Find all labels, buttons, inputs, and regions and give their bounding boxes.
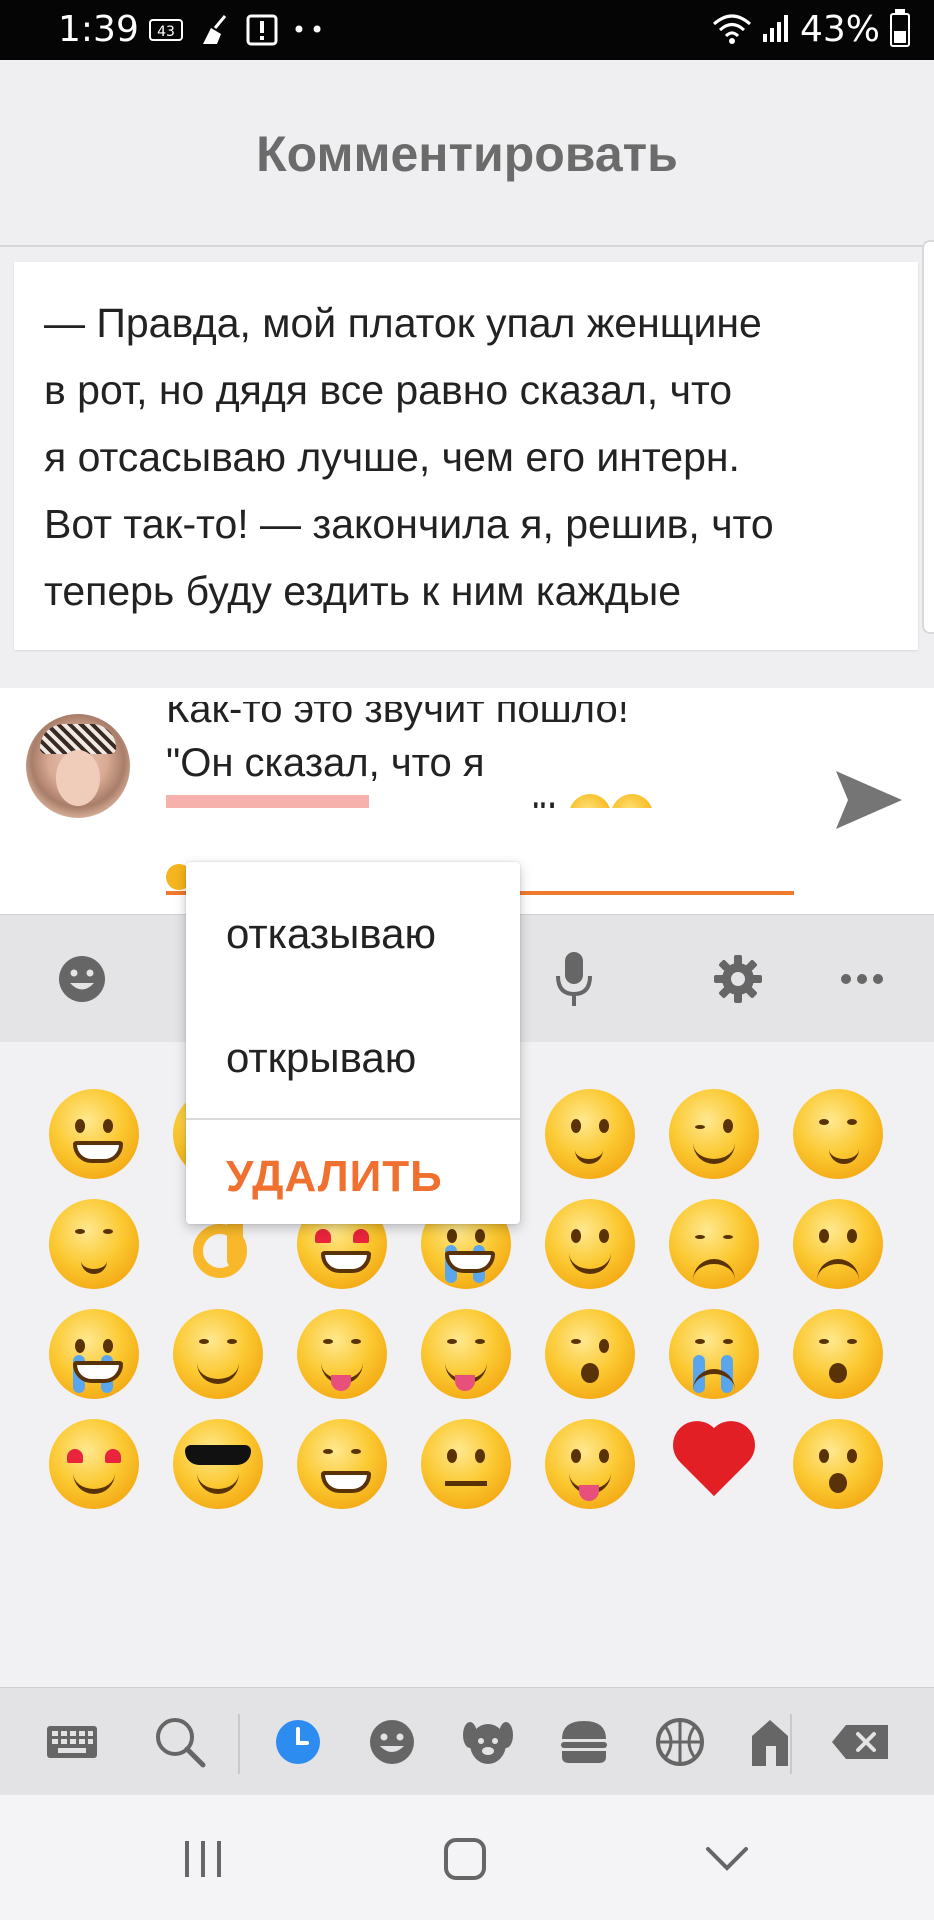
- send-button[interactable]: [830, 764, 908, 836]
- send-icon: [836, 771, 902, 829]
- header: Комментировать: [0, 60, 934, 247]
- quoted-text: — Правда, мой платок упал женщине в рот,…: [44, 290, 904, 625]
- quote-line: — Правда, мой платок упал женщине: [44, 300, 762, 346]
- keyboard-icon[interactable]: [40, 1710, 104, 1774]
- delete-button[interactable]: УДАЛИТЬ: [226, 1152, 443, 1202]
- emoji-blush[interactable]: [172, 1308, 264, 1400]
- emoji-rofl[interactable]: [48, 1308, 140, 1400]
- animal-icon[interactable]: [456, 1710, 520, 1774]
- emoji-category-bar: [0, 1687, 934, 1796]
- notification-43-icon: 43: [148, 14, 184, 46]
- quote-line: в рот, но дядя все равно сказал, что: [44, 367, 733, 413]
- recent-clock-icon[interactable]: [266, 1710, 330, 1774]
- emoji-icon[interactable]: [52, 949, 112, 1009]
- emoji-yum[interactable]: [420, 1308, 512, 1400]
- emoji-triumph[interactable]: [48, 1198, 140, 1290]
- emoji-slight-smile[interactable]: [544, 1198, 636, 1290]
- backspace-icon[interactable]: [828, 1710, 892, 1774]
- emoji-confused[interactable]: [792, 1198, 884, 1290]
- emoji-smirk[interactable]: [792, 1088, 884, 1180]
- status-time: 1:39: [58, 9, 139, 50]
- avatar[interactable]: [26, 714, 130, 818]
- emoji-hushed[interactable]: [792, 1418, 884, 1510]
- category-separator: [238, 1714, 240, 1774]
- battery-percent: 43%: [799, 9, 880, 50]
- wifi-icon: [712, 12, 752, 48]
- smiley-icon[interactable]: [360, 1710, 424, 1774]
- misspelled-word[interactable]: отсасываю: [166, 795, 370, 808]
- recent-apps-icon[interactable]: [168, 1829, 238, 1889]
- search-icon[interactable]: [148, 1710, 212, 1774]
- emoji-squint-tongue[interactable]: [296, 1308, 388, 1400]
- emoji-grinning[interactable]: [48, 1088, 140, 1180]
- microphone-icon[interactable]: [544, 949, 604, 1009]
- more-icon[interactable]: [832, 949, 892, 1009]
- broom-icon: [196, 14, 232, 46]
- emoji-sunglasses[interactable]: [172, 1418, 264, 1510]
- settings-gear-icon[interactable]: [708, 949, 768, 1009]
- suggestion-item[interactable]: отказываю: [226, 910, 436, 958]
- emoji-heart-eyes[interactable]: [48, 1418, 140, 1510]
- emoji-tongue[interactable]: [544, 1418, 636, 1510]
- notification-badge-text: 43: [157, 24, 175, 40]
- emoji-laughing[interactable]: [296, 1418, 388, 1510]
- scroll-indicator[interactable]: [922, 240, 934, 634]
- hugging-emoji-icon: [568, 794, 611, 808]
- alert-icon: [244, 14, 280, 46]
- quote-line: Вот так-то! — закончила я, решив, что: [44, 501, 774, 547]
- home-icon[interactable]: [430, 1829, 500, 1889]
- food-icon[interactable]: [552, 1710, 616, 1774]
- quote-line: теперь буду ездить к ним каждые: [44, 568, 682, 614]
- spell-suggestion-popup: отказываю открываю УДАЛИТЬ: [186, 862, 520, 1224]
- comment-input[interactable]: Как-то это звучит пошло! "Он сказал, что…: [166, 702, 806, 808]
- back-chevron-icon[interactable]: [692, 1829, 762, 1889]
- suggestion-item[interactable]: открываю: [226, 1034, 416, 1082]
- comment-line: "Он сказал, что я: [166, 741, 485, 785]
- more-dots-icon: ••: [291, 16, 329, 44]
- page-title: Комментировать: [256, 126, 678, 182]
- emoji-red-heart[interactable]: [668, 1418, 760, 1510]
- emoji-sob[interactable]: [668, 1308, 760, 1400]
- quoted-text-card: — Правда, мой платок упал женщине в рот,…: [14, 262, 918, 650]
- system-nav-bar: [0, 1795, 934, 1920]
- building-icon[interactable]: [738, 1710, 802, 1774]
- emoji-thinking[interactable]: [544, 1088, 636, 1180]
- divider: [186, 1118, 520, 1120]
- comment-line: отсасываю лучше..."!: [166, 790, 806, 808]
- comment-line: Как-то это звучит пошло!: [166, 702, 629, 731]
- status-bar: 1:39 43 •• 43%: [0, 0, 934, 60]
- category-separator: [790, 1714, 792, 1774]
- battery-icon: [890, 9, 910, 47]
- emoji-kissing[interactable]: [792, 1308, 884, 1400]
- signal-icon: [762, 12, 790, 48]
- hugging-emoji-icon: [610, 794, 653, 808]
- comment-text-rest: лучше..."!: [369, 795, 557, 808]
- emoji-pensive[interactable]: [668, 1198, 760, 1290]
- emoji-raised-eyebrow[interactable]: [420, 1418, 512, 1510]
- emoji-kissing-heart[interactable]: [544, 1308, 636, 1400]
- quote-line: я отсасываю лучше, чем его интерн.: [44, 434, 740, 480]
- emoji-wink[interactable]: [668, 1088, 760, 1180]
- sports-icon[interactable]: [648, 1710, 712, 1774]
